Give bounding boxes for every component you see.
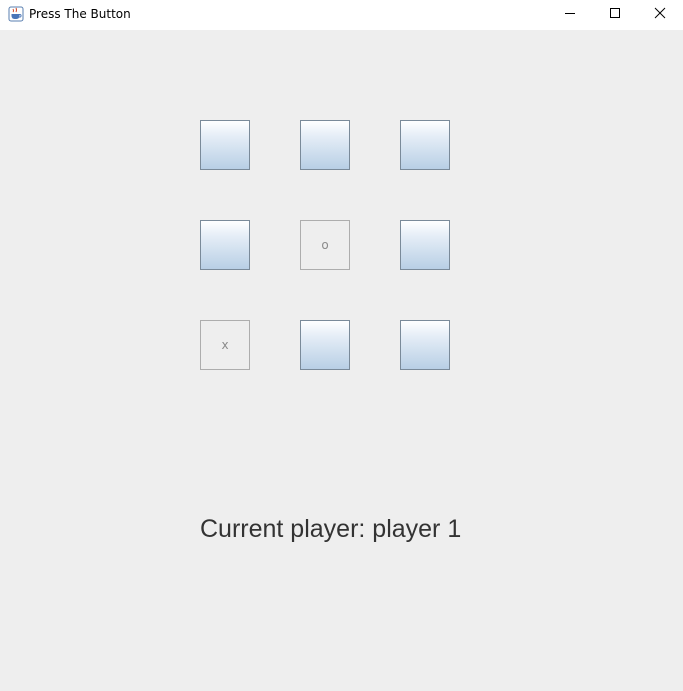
close-button[interactable]: [637, 0, 683, 30]
close-icon: [654, 6, 666, 24]
app-window: Press The Button o x Current player: pla…: [0, 0, 683, 691]
title-bar[interactable]: Press The Button: [0, 0, 683, 30]
board-cell-r1c2[interactable]: [300, 120, 350, 170]
minimize-icon: [564, 6, 576, 24]
maximize-icon: [609, 6, 621, 24]
board-cell-r1c1[interactable]: [200, 120, 250, 170]
board-cell-r1c3[interactable]: [400, 120, 450, 170]
board-cell-r3c2[interactable]: [300, 320, 350, 370]
board-cell-r2c3[interactable]: [400, 220, 450, 270]
current-player-label: Current player: player 1: [200, 515, 462, 543]
window-title: Press The Button: [29, 7, 131, 21]
maximize-button[interactable]: [592, 0, 638, 30]
board-cell-r2c2[interactable]: o: [300, 220, 350, 270]
game-board: o x: [200, 120, 450, 370]
board-cell-r2c1[interactable]: [200, 220, 250, 270]
board-cell-r3c3[interactable]: [400, 320, 450, 370]
board-cell-r3c1[interactable]: x: [200, 320, 250, 370]
minimize-button[interactable]: [547, 0, 593, 30]
java-cup-icon[interactable]: [8, 6, 24, 22]
